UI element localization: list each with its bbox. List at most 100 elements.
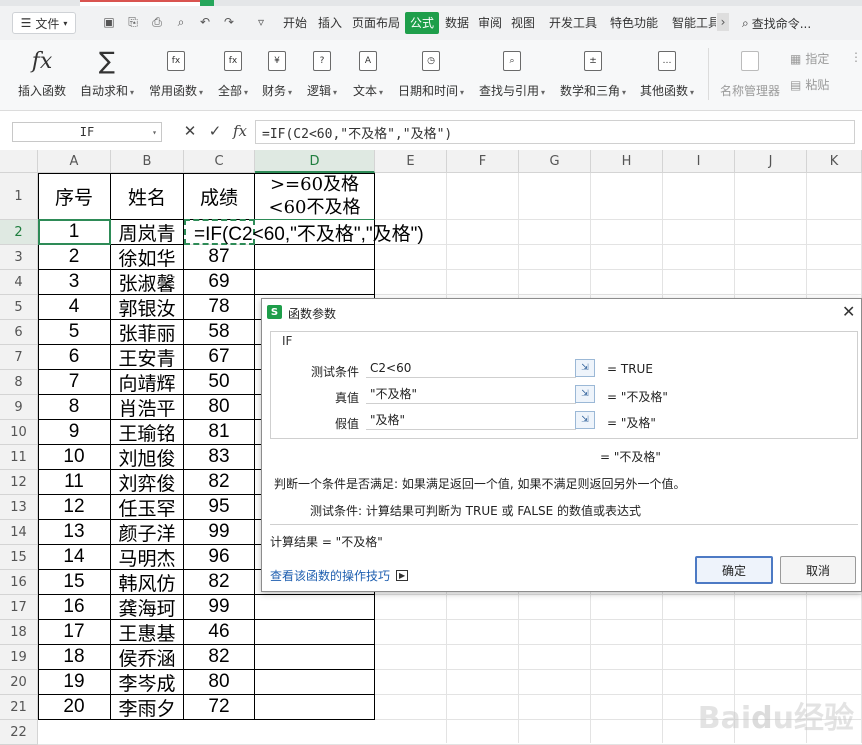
row-header[interactable]: 10 [0,420,38,445]
param-input-test[interactable]: C2<60 [366,358,576,378]
save-icon[interactable]: ▣ [100,13,118,31]
range-select-icon[interactable]: ⇲ [575,359,595,377]
math-button[interactable]: ± 数学和三角 ▾ [560,46,626,99]
row-header[interactable]: 2 [0,220,38,245]
row-header[interactable]: 9 [0,395,38,420]
cancel-button[interactable]: 取消 [780,556,856,584]
row-header[interactable]: 15 [0,545,38,570]
specify-button[interactable]: ▦ 指定 [790,50,829,67]
row-header[interactable]: 22 [0,720,38,745]
cell-name[interactable]: 徐如华 [111,245,184,270]
column-header-j[interactable]: J [735,150,807,173]
cell-no[interactable]: 19 [38,670,111,695]
cell-name[interactable]: 李岑成 [111,670,184,695]
command-search[interactable]: ⌕ 查找命令... [742,13,852,33]
column-header-h[interactable]: H [591,150,663,173]
ok-button[interactable]: 确定 [695,556,773,584]
cell-name[interactable]: 张菲丽 [111,320,184,345]
cell-no[interactable]: 20 [38,695,111,720]
cell-score[interactable]: 83 [184,445,255,470]
column-header-i[interactable]: I [663,150,735,173]
cell-result[interactable] [255,670,375,695]
cell-no[interactable]: 16 [38,595,111,620]
cell-score[interactable]: 72 [184,695,255,720]
name-box[interactable]: IF ▾ [12,122,162,142]
cell-no[interactable]: 14 [38,545,111,570]
name-manager-button[interactable]: 名称管理器 [720,46,780,99]
lookup-button[interactable]: ⌕ 查找与引用 ▾ [479,46,545,99]
cell-score[interactable]: 99 [184,520,255,545]
undo-icon[interactable]: ↶ [196,13,214,31]
cell-result[interactable] [255,245,375,270]
cell-score[interactable]: 58 [184,320,255,345]
cell-score[interactable]: 87 [184,245,255,270]
tab-data[interactable]: 数据 [445,12,469,34]
cell-name[interactable]: 颜子洋 [111,520,184,545]
row-header[interactable]: 3 [0,245,38,270]
cell-score[interactable]: 50 [184,370,255,395]
row-header[interactable]: 4 [0,270,38,295]
cell-result[interactable] [255,695,375,720]
customize-toolbar-icon[interactable]: ▿ [252,13,270,31]
param-input-false[interactable]: "及格" [366,410,576,430]
header-cell-result[interactable]: >=60及格 <60不及格 [255,173,375,220]
fx-icon[interactable]: fx [230,122,250,140]
cell-name[interactable]: 郭银汝 [111,295,184,320]
cell-name[interactable]: 刘弈俊 [111,470,184,495]
cell-no[interactable]: 15 [38,570,111,595]
cell-no[interactable]: 13 [38,520,111,545]
cell-result[interactable] [255,620,375,645]
cell-score[interactable]: 82 [184,645,255,670]
cell-name[interactable]: 向靖辉 [111,370,184,395]
cell-no[interactable]: 8 [38,395,111,420]
tab-home[interactable]: 开始 [283,12,307,34]
file-menu-button[interactable]: ☰ 文件 ▾ [12,12,76,34]
cell-no[interactable]: 9 [38,420,111,445]
cell-no[interactable]: 6 [38,345,111,370]
cell-score[interactable]: 81 [184,420,255,445]
tab-features[interactable]: 特色功能 [610,12,658,34]
datetime-button[interactable]: ◷ 日期和时间 ▾ [398,46,464,99]
cell-name[interactable]: 龚海珂 [111,595,184,620]
column-header-b[interactable]: B [111,150,184,173]
column-header-f[interactable]: F [447,150,519,173]
header-cell-no[interactable]: 序号 [38,173,111,220]
cell-score[interactable]: 80 [184,670,255,695]
redo-icon[interactable]: ↷ [220,13,238,31]
header-cell-score[interactable]: 成绩 [184,173,255,220]
row-header[interactable]: 19 [0,645,38,670]
document-tab[interactable] [80,0,200,6]
row-header[interactable]: 21 [0,695,38,720]
cell-score[interactable]: 78 [184,295,255,320]
paste-button[interactable]: ▤ 粘贴 [790,76,829,93]
column-header-d[interactable]: D [255,150,375,173]
text-button[interactable]: A 文本 ▾ [353,46,383,99]
tab-review[interactable]: 审阅 [478,12,502,34]
row-header[interactable]: 16 [0,570,38,595]
cell-name[interactable]: 周岚青 [111,220,184,245]
function-help-link[interactable]: 查看该函数的操作技巧 ▶ [270,567,409,584]
cell-result[interactable] [255,270,375,295]
row-header[interactable]: 8 [0,370,38,395]
cell-name[interactable]: 肖浩平 [111,395,184,420]
cell-name[interactable]: 张淑馨 [111,270,184,295]
row-header[interactable]: 1 [0,173,38,220]
tab-formulas[interactable]: 公式 [405,12,440,34]
logic-button[interactable]: ? 逻辑 ▾ [307,46,337,99]
other-functions-button[interactable]: … 其他函数 ▾ [640,46,694,99]
cell-name[interactable]: 侯乔涵 [111,645,184,670]
row-header[interactable]: 11 [0,445,38,470]
row-header[interactable]: 18 [0,620,38,645]
cancel-icon[interactable]: ✕ [180,122,200,140]
cell-no[interactable]: 3 [38,270,111,295]
cell-score[interactable]: 82 [184,470,255,495]
cell-no[interactable]: 12 [38,495,111,520]
tab-view[interactable]: 视图 [511,12,535,34]
cell-name[interactable]: 王安青 [111,345,184,370]
cell-name[interactable]: 韩风仿 [111,570,184,595]
cell-no[interactable]: 5 [38,320,111,345]
param-input-true[interactable]: "不及格" [366,384,576,404]
more-icon[interactable]: ⋮ [850,50,862,64]
cell-no[interactable]: 4 [38,295,111,320]
finance-button[interactable]: ¥ 财务 ▾ [262,46,292,99]
